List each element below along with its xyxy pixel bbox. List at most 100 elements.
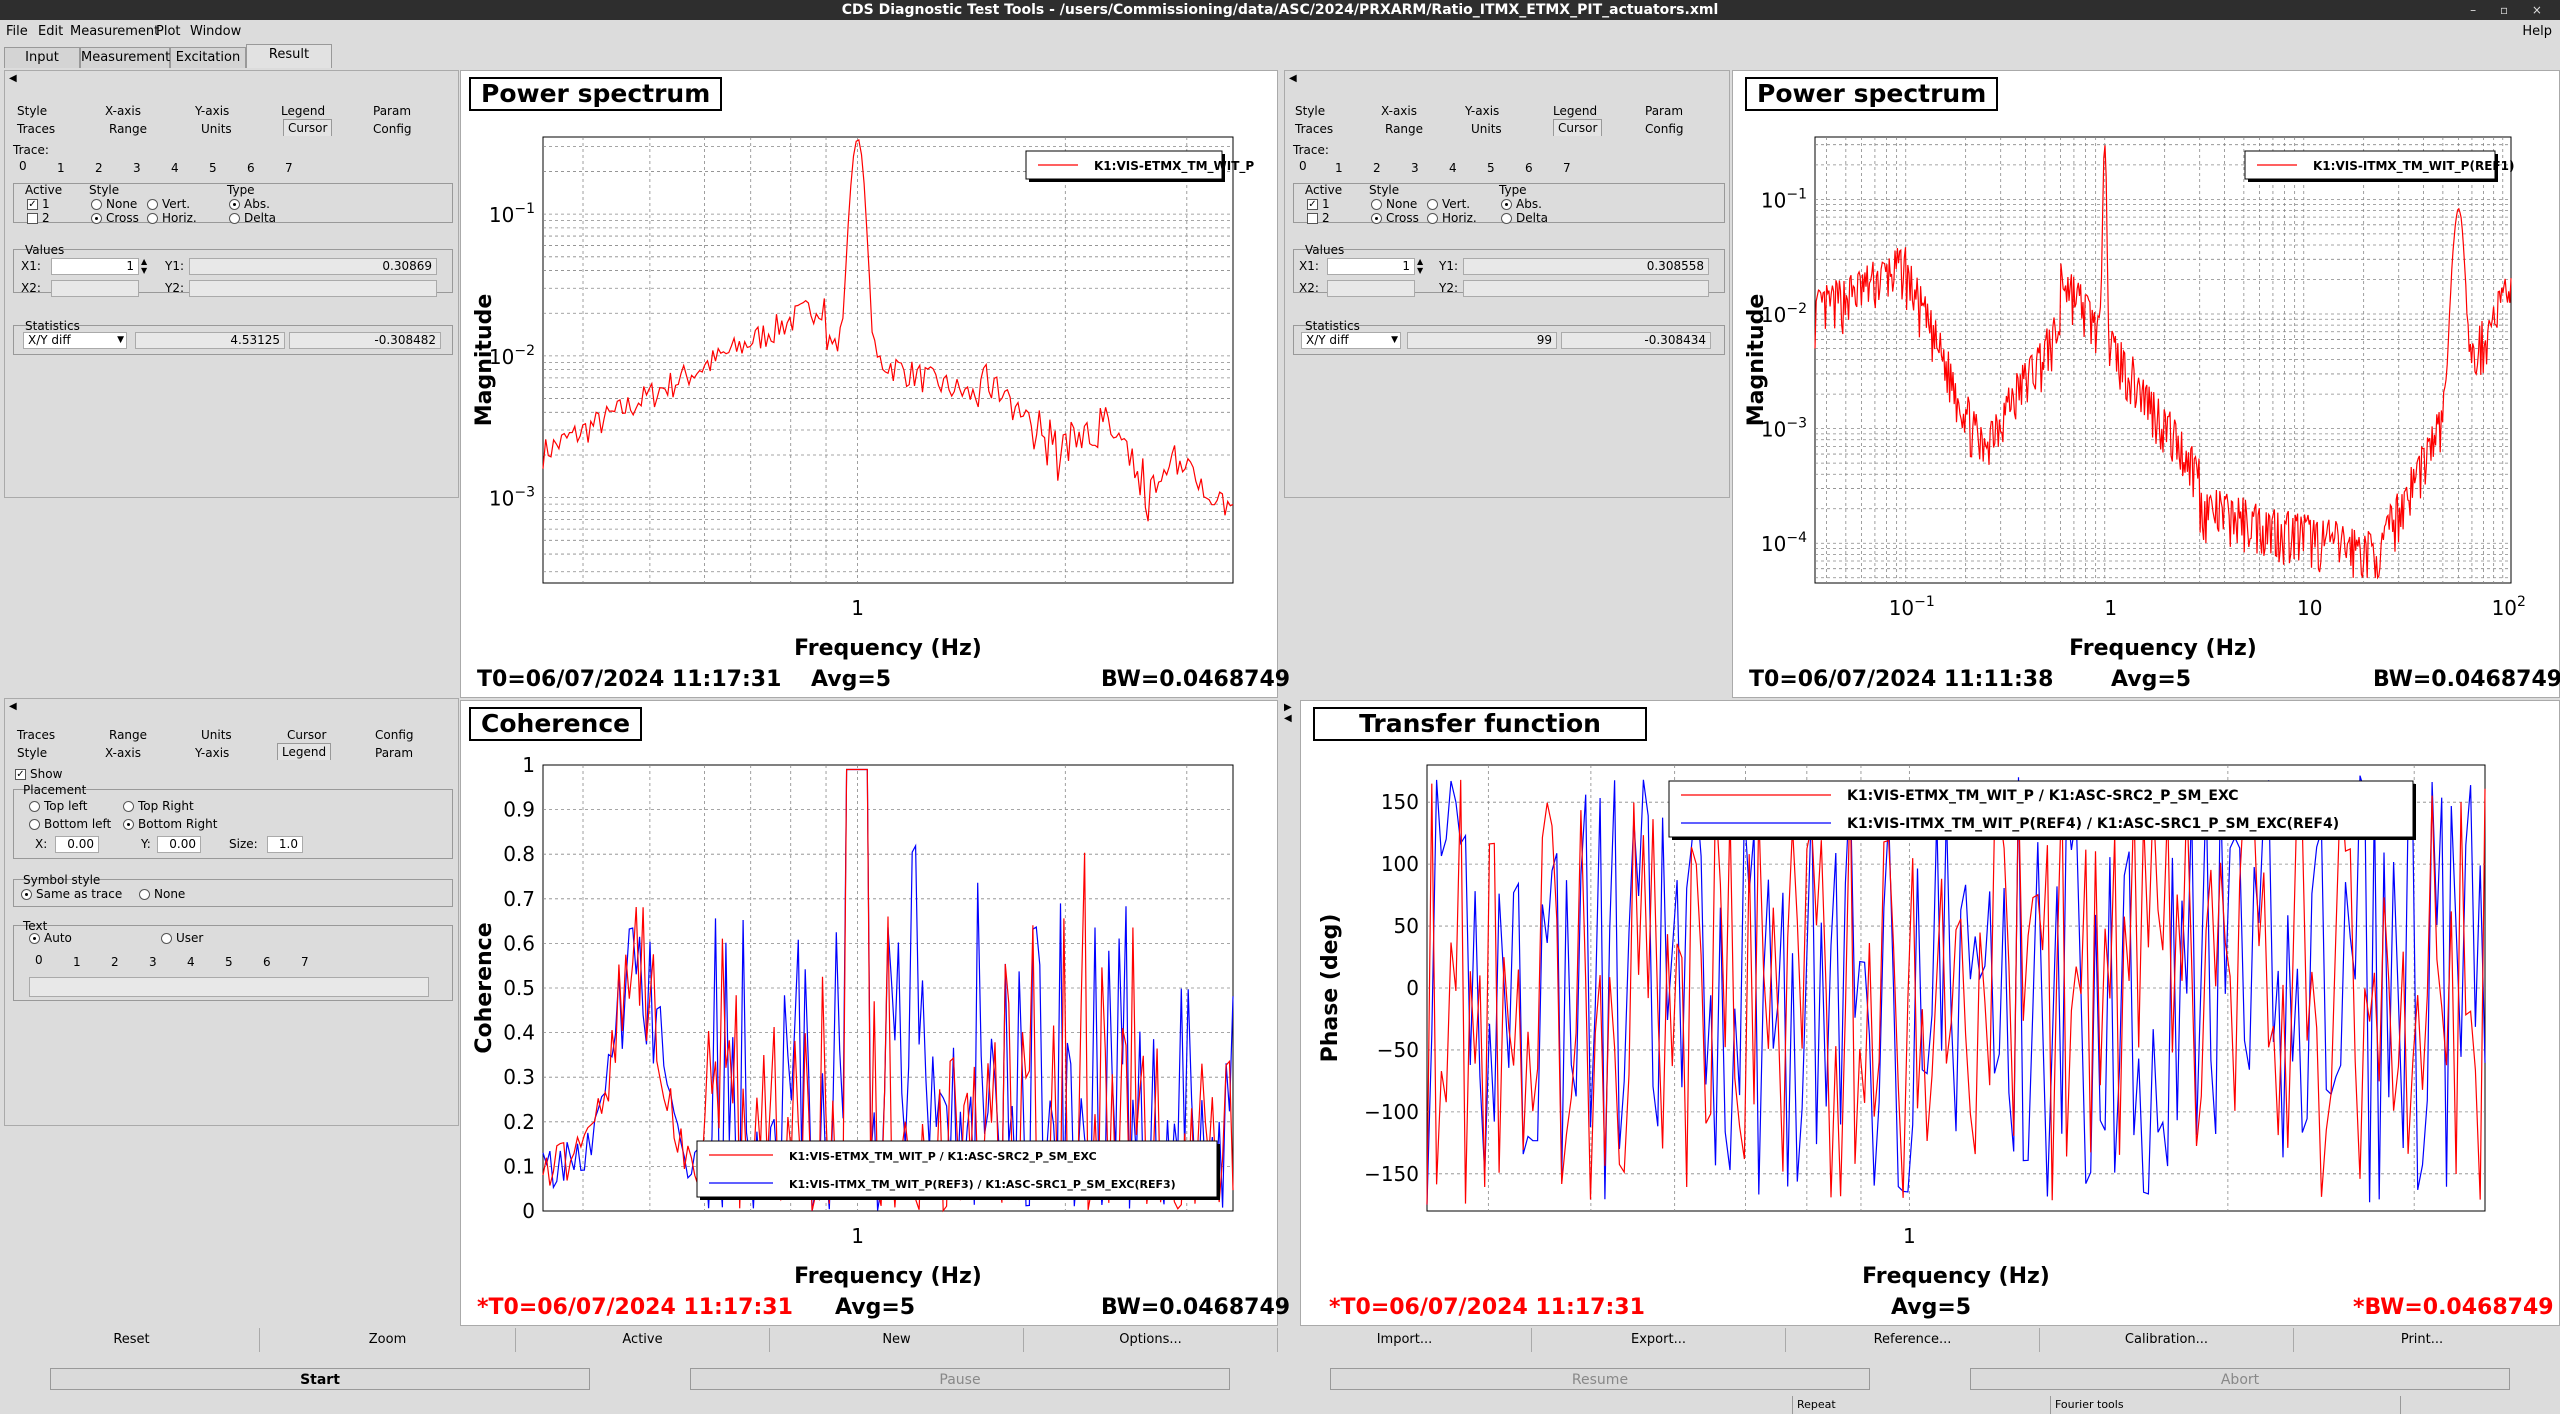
tab-measurement[interactable]: Measurement — [80, 47, 170, 68]
legend-x-input[interactable]: 0.00 — [55, 836, 99, 853]
x2-input[interactable] — [1327, 280, 1415, 297]
subtab-x-axis[interactable]: X-axis — [1381, 103, 1417, 119]
style-horiz-radio[interactable]: Horiz. — [147, 211, 197, 225]
options-button[interactable]: Options... — [1024, 1328, 1278, 1352]
trace-tab-2[interactable]: 2 — [95, 161, 103, 175]
legend-y-input[interactable]: 0.00 — [157, 836, 201, 853]
subtab-cursor[interactable]: Cursor — [287, 727, 326, 743]
subtab-config[interactable]: Config — [373, 121, 412, 137]
bottom-left-radio[interactable]: Bottom left — [29, 817, 111, 831]
trace-tab-6[interactable]: 6 — [247, 161, 255, 175]
bottom-right-radio[interactable]: Bottom Right — [123, 817, 217, 831]
top-left-radio[interactable]: Top left — [29, 799, 88, 813]
trace-tab-3[interactable]: 3 — [1411, 161, 1419, 175]
subtab-traces[interactable]: Traces — [17, 121, 55, 137]
type-delta-radio[interactable]: Delta — [1501, 211, 1548, 225]
transfer-function-chart[interactable]: 150 100 50 0 −50 −100 −150 1 Frequency (Hz) Phase… — [1301, 701, 2560, 1327]
style-vert-radio[interactable]: Vert. — [147, 197, 190, 211]
subtab-range[interactable]: Range — [109, 121, 147, 137]
statistics-select[interactable]: X/Y diff ▼ — [23, 332, 127, 349]
type-abs-radio[interactable]: Abs. — [1501, 197, 1542, 211]
plot-power-spectrum-etmx[interactable]: Power spectrum 10−1 10−2 10−3 1 Frequency (H… — [460, 70, 1290, 698]
subtab-param[interactable]: Param — [1645, 103, 1683, 119]
active-button[interactable]: Active — [516, 1328, 770, 1352]
zoom-button[interactable]: Zoom — [260, 1328, 516, 1352]
collapse-arrow-icon[interactable]: ◀ — [9, 73, 17, 84]
subtab-config[interactable]: Config — [375, 727, 414, 743]
x1-spin-icon[interactable]: ▲ ▼ — [141, 257, 147, 275]
abort-button[interactable]: Abort — [1970, 1368, 2510, 1390]
resume-button[interactable]: Resume — [1330, 1368, 1870, 1390]
subtab-y-axis[interactable]: Y-axis — [195, 103, 229, 119]
export-button[interactable]: Export... — [1532, 1328, 1786, 1352]
subtab-style[interactable]: Style — [17, 103, 47, 119]
menu-edit[interactable]: Edit — [38, 20, 63, 44]
active-2-checkbox[interactable]: 2 — [27, 211, 50, 225]
import-button[interactable]: Import... — [1278, 1328, 1532, 1352]
subtab-config[interactable]: Config — [1645, 121, 1684, 137]
subtab-x-axis[interactable]: X-axis — [105, 745, 141, 761]
trace-tab-1[interactable]: 1 — [57, 161, 65, 175]
subtab-units[interactable]: Units — [1471, 121, 1502, 137]
reset-button[interactable]: Reset — [4, 1328, 260, 1352]
active-1-checkbox[interactable]: ✓ 1 — [1307, 197, 1330, 211]
subtab-units[interactable]: Units — [201, 727, 232, 743]
menu-plot[interactable]: Plot — [156, 20, 181, 44]
menu-window[interactable]: Window — [190, 20, 241, 44]
subtab-units[interactable]: Units — [201, 121, 232, 137]
style-cross-radio[interactable]: Cross — [91, 211, 139, 225]
subtab-range[interactable]: Range — [1385, 121, 1423, 137]
legend-trace-tab-1[interactable]: 1 — [73, 955, 81, 969]
trace-tab-0[interactable]: 0 — [19, 159, 27, 173]
style-vert-radio[interactable]: Vert. — [1427, 197, 1470, 211]
text-auto-radio[interactable]: Auto — [29, 931, 72, 945]
style-cross-radio[interactable]: Cross — [1371, 211, 1419, 225]
same-as-trace-radio[interactable]: Same as trace — [21, 887, 122, 901]
top-right-radio[interactable]: Top Right — [123, 799, 194, 813]
subtab-param[interactable]: Param — [375, 745, 413, 761]
tab-excitation[interactable]: Excitation — [170, 47, 246, 68]
x2-input[interactable] — [51, 280, 139, 297]
subtab-param[interactable]: Param — [373, 103, 411, 119]
legend-trace-tab-5[interactable]: 5 — [225, 955, 233, 969]
subtab-legend[interactable]: Legend — [1553, 103, 1597, 119]
window-controls[interactable]: – ▫ × — [2470, 0, 2552, 20]
subtab-legend[interactable]: Legend — [281, 103, 325, 119]
menu-measurement[interactable]: Measurement — [70, 20, 159, 44]
subtab-cursor[interactable]: Cursor — [283, 119, 333, 136]
subtab-cursor[interactable]: Cursor — [1553, 119, 1603, 136]
trace-tab-4[interactable]: 4 — [1449, 161, 1457, 175]
trace-tab-2[interactable]: 2 — [1373, 161, 1381, 175]
tab-result[interactable]: Result — [246, 44, 332, 68]
trace-tab-1[interactable]: 1 — [1335, 161, 1343, 175]
trace-tab-3[interactable]: 3 — [133, 161, 141, 175]
statistics-select[interactable]: X/Y diff ▼ — [1301, 332, 1401, 349]
menu-help[interactable]: Help — [2522, 20, 2552, 44]
expand-arrow-icon[interactable]: ▶ ◀ — [1284, 702, 1292, 724]
trace-tab-5[interactable]: 5 — [209, 161, 217, 175]
x1-input[interactable]: 1 — [1327, 258, 1415, 275]
legend-trace-tab-0[interactable]: 0 — [35, 953, 43, 967]
power-spectrum-ref-chart[interactable]: 10−110−210−310−410−1 1 10 102Frequency (Hz)… — [1733, 71, 2560, 699]
subtab-style[interactable]: Style — [1295, 103, 1325, 119]
legend-trace-tab-4[interactable]: 4 — [187, 955, 195, 969]
tab-input[interactable]: Input — [4, 47, 80, 68]
type-abs-radio[interactable]: Abs. — [229, 197, 270, 211]
plot-transfer-function[interactable]: Transfer function 150 100 50 0 −50 −100 −150 1 F… — [1300, 700, 2560, 1326]
legend-trace-tab-2[interactable]: 2 — [111, 955, 119, 969]
legend-trace-tab-7[interactable]: 7 — [301, 955, 309, 969]
plot-power-spectrum-itmx[interactable]: Power spectrum 10−1 10−2 10−3 10−4 10−1 1 10 10… — [1732, 70, 2560, 698]
style-none-radio[interactable]: None — [91, 197, 137, 211]
style-horiz-radio[interactable]: Horiz. — [1427, 211, 1477, 225]
text-user-radio[interactable]: User — [161, 931, 203, 945]
subtab-legend[interactable]: Legend — [277, 743, 332, 760]
active-2-checkbox[interactable]: 2 — [1307, 211, 1330, 225]
calibration-button[interactable]: Calibration... — [2040, 1328, 2294, 1352]
symbol-none-radio[interactable]: None — [139, 887, 185, 901]
style-none-radio[interactable]: None — [1371, 197, 1417, 211]
subtab-range[interactable]: Range — [109, 727, 147, 743]
subtab-style[interactable]: Style — [17, 745, 47, 761]
trace-tab-0[interactable]: 0 — [1299, 159, 1307, 173]
subtab-y-axis[interactable]: Y-axis — [195, 745, 229, 761]
subtab-y-axis[interactable]: Y-axis — [1465, 103, 1499, 119]
